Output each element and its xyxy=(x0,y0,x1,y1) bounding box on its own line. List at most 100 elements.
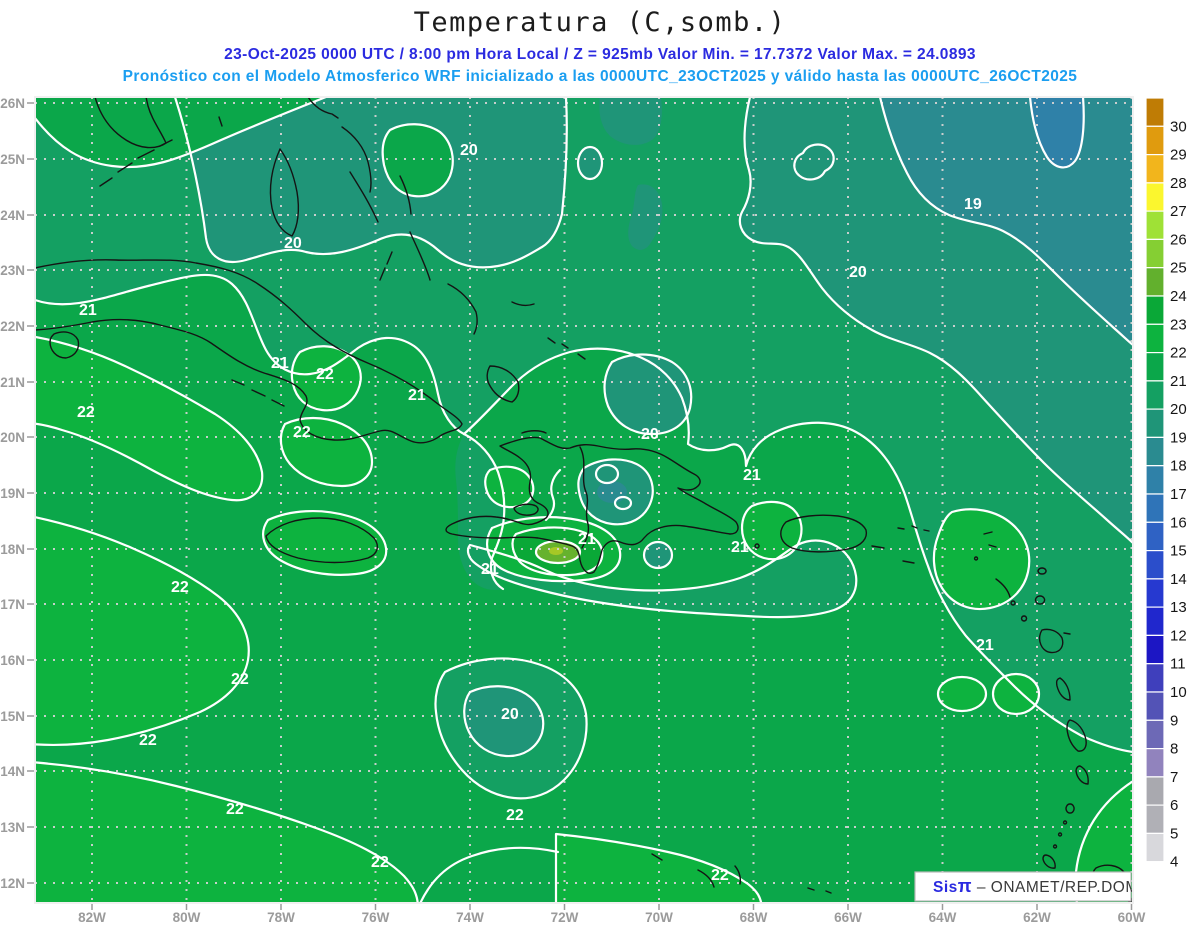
svg-text:28: 28 xyxy=(1170,175,1187,192)
svg-text:19N: 19N xyxy=(0,486,25,501)
colorbar-swatch xyxy=(1145,634,1165,665)
svg-text:20: 20 xyxy=(284,235,302,252)
svg-text:23N: 23N xyxy=(0,263,25,278)
svg-text:20N: 20N xyxy=(0,430,25,445)
svg-text:20: 20 xyxy=(501,706,519,723)
svg-text:15N: 15N xyxy=(0,709,25,724)
svg-text:15: 15 xyxy=(1170,543,1187,560)
svg-text:22: 22 xyxy=(1170,345,1187,362)
svg-text:23: 23 xyxy=(1170,316,1187,333)
svg-text:19: 19 xyxy=(964,196,982,213)
svg-text:11: 11 xyxy=(1170,656,1186,673)
svg-text:70W: 70W xyxy=(645,910,673,925)
svg-text:14: 14 xyxy=(1170,571,1187,588)
colorbar-swatch xyxy=(1145,295,1165,325)
svg-text:18: 18 xyxy=(1170,458,1187,475)
page-title: Temperatura (C,somb.) xyxy=(414,7,787,38)
credit: Sisπ – ONAMET/REP.DOM. xyxy=(914,871,1144,902)
svg-text:21: 21 xyxy=(743,467,761,484)
svg-text:14N: 14N xyxy=(0,764,25,779)
svg-text:22: 22 xyxy=(231,671,249,688)
svg-text:22: 22 xyxy=(293,424,311,441)
colorbar-swatch xyxy=(1145,238,1165,269)
svg-text:64W: 64W xyxy=(929,910,957,925)
svg-text:17N: 17N xyxy=(0,597,25,612)
svg-text:22: 22 xyxy=(711,867,729,884)
svg-text:68W: 68W xyxy=(740,910,768,925)
svg-text:76W: 76W xyxy=(362,910,390,925)
svg-text:20: 20 xyxy=(641,426,659,443)
credit-text: Sisπ – ONAMET/REP.DOM. xyxy=(933,876,1144,896)
svg-text:9: 9 xyxy=(1170,712,1178,729)
svg-text:62W: 62W xyxy=(1023,910,1051,925)
colorbar-swatch xyxy=(1145,408,1165,439)
svg-text:21: 21 xyxy=(481,561,499,578)
svg-text:30: 30 xyxy=(1170,118,1187,135)
svg-text:26: 26 xyxy=(1170,231,1187,248)
colorbar-swatch xyxy=(1145,719,1165,750)
colorbar-swatch xyxy=(1145,578,1165,608)
svg-text:12: 12 xyxy=(1170,627,1187,644)
svg-text:22: 22 xyxy=(171,579,189,596)
svg-text:21: 21 xyxy=(1170,373,1187,390)
svg-text:80W: 80W xyxy=(173,910,201,925)
colorbar-swatch xyxy=(1145,832,1165,863)
svg-text:72W: 72W xyxy=(551,910,579,925)
svg-text:60W: 60W xyxy=(1118,910,1146,925)
temperature-map-figure: Temperatura (C,somb.) 23-Oct-2025 0000 U… xyxy=(0,7,1187,925)
svg-text:21: 21 xyxy=(408,387,426,404)
colorbar-swatch xyxy=(1145,663,1165,693)
svg-text:21: 21 xyxy=(731,539,749,556)
svg-text:20: 20 xyxy=(849,264,867,281)
svg-text:22: 22 xyxy=(316,366,334,383)
svg-text:12N: 12N xyxy=(0,876,25,891)
colorbar-swatch xyxy=(1145,493,1165,523)
svg-text:22: 22 xyxy=(226,801,244,818)
svg-text:20: 20 xyxy=(460,142,478,159)
svg-text:22N: 22N xyxy=(0,319,25,334)
svg-text:22: 22 xyxy=(371,854,389,871)
svg-text:17: 17 xyxy=(1170,486,1187,503)
hotspot-fleck xyxy=(549,547,563,555)
svg-text:29: 29 xyxy=(1170,147,1187,164)
colorbar-swatch xyxy=(1145,804,1165,834)
svg-text:78W: 78W xyxy=(267,910,295,925)
svg-text:6: 6 xyxy=(1170,797,1178,814)
svg-text:7: 7 xyxy=(1170,769,1178,786)
svg-text:16N: 16N xyxy=(0,653,25,668)
colorbar-swatch xyxy=(1145,691,1165,721)
svg-text:24N: 24N xyxy=(0,208,25,223)
svg-text:13: 13 xyxy=(1170,599,1187,616)
colorbar-swatch xyxy=(1145,182,1165,212)
colorbar-swatch xyxy=(1145,521,1165,552)
svg-text:21N: 21N xyxy=(0,375,25,390)
colorbar-swatch xyxy=(1145,154,1165,184)
svg-text:74W: 74W xyxy=(456,910,484,925)
svg-text:25N: 25N xyxy=(0,152,25,167)
colorbar-swatch xyxy=(1145,267,1165,297)
svg-text:8: 8 xyxy=(1170,741,1178,758)
weather-map-page: Temperatura (C,somb.) 23-Oct-2025 0000 U… xyxy=(0,0,1200,927)
forecast-datetime-line: 23-Oct-2025 0000 UTC / 8:00 pm Hora Loca… xyxy=(224,46,976,63)
colorbar-swatch xyxy=(1145,125,1165,156)
colorbar-swatch xyxy=(1145,323,1165,354)
colorbar-swatch xyxy=(1145,352,1165,382)
colorbar-swatch xyxy=(1145,465,1165,495)
svg-text:18N: 18N xyxy=(0,542,25,557)
lon-axis: 82W 80W 78W 76W 74W 72W 70W 68W 66W 64W … xyxy=(78,904,1146,925)
colorbar-swatch xyxy=(1145,380,1165,410)
colorbar-swatch xyxy=(1145,97,1165,127)
svg-text:21: 21 xyxy=(976,637,994,654)
colorbar-swatch xyxy=(1145,776,1165,806)
colorbar-swatch xyxy=(1145,861,1165,891)
map-canvas: 20 19 20 20 21 21 22 21 22 22 20 21 21 2… xyxy=(35,97,1144,903)
colorbar-swatch xyxy=(1145,549,1165,580)
colorbar: 30 29 28 27 26 25 24 23 22 21 20 19 18 1… xyxy=(1145,97,1187,891)
svg-text:21: 21 xyxy=(79,302,97,319)
svg-text:10: 10 xyxy=(1170,684,1187,701)
svg-text:66W: 66W xyxy=(834,910,862,925)
svg-text:22: 22 xyxy=(77,404,95,421)
svg-text:24: 24 xyxy=(1170,288,1187,305)
svg-text:5: 5 xyxy=(1170,825,1178,842)
lat-axis: 26N 25N 24N 23N 22N 21N 20N 19N 18N 17N … xyxy=(0,96,34,891)
